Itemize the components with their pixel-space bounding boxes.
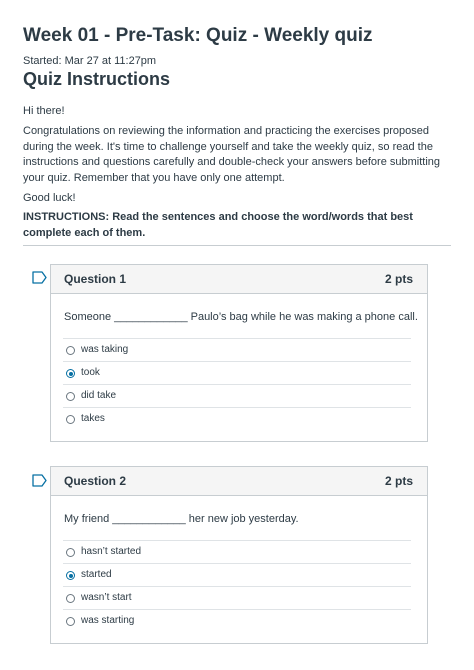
radio-button[interactable] [66,415,75,424]
good-luck-text: Good luck! [23,192,76,204]
question-name: Question 1 [64,272,127,286]
question-points: 2 pts [384,474,413,488]
question-name: Question 2 [64,474,127,488]
answer-option[interactable]: started [63,563,411,587]
answer-option[interactable]: did take [63,384,411,408]
radio-button[interactable] [66,346,75,355]
question-text: Someone ____________ Paulo’s bag while h… [64,311,418,323]
answer-label: started [81,569,112,580]
answer-label: took [81,367,100,378]
instructions-heading: Quiz Instructions [23,69,171,89]
radio-button[interactable] [66,594,75,603]
quiz-title: Week 01 - Pre-Task: Quiz - Weekly quiz [23,25,373,46]
flag-question-icon[interactable] [32,271,47,284]
answer-label: was starting [81,615,135,626]
answer-label: takes [81,413,105,424]
question-card: Question 1 2 pts Someone ____________ Pa… [50,264,428,442]
flag-question-icon[interactable] [32,474,47,487]
answer-option[interactable]: wasn’t start [63,586,411,610]
radio-button[interactable] [66,548,75,557]
radio-button[interactable] [66,617,75,626]
greeting-text: Hi there! [23,105,65,117]
instructions-text: INSTRUCTIONS: Read the sentences and cho… [23,211,413,239]
radio-button-selected[interactable] [66,369,75,378]
question-card: Question 2 2 pts My friend ____________ … [50,466,428,644]
answer-option[interactable]: was starting [63,609,411,633]
question-header: Question 1 2 pts [51,265,427,294]
radio-button-selected[interactable] [66,571,75,580]
answer-option[interactable]: hasn’t started [63,540,411,564]
question-text: My friend ____________ her new job yeste… [64,513,299,525]
answer-label: was taking [81,344,129,355]
divider [23,245,451,246]
question-points: 2 pts [384,272,413,286]
answer-option[interactable]: takes [63,407,411,431]
answer-option[interactable]: took [63,361,411,385]
question-header: Question 2 2 pts [51,467,427,496]
radio-button[interactable] [66,392,75,401]
instructions-body: Congratulations on reviewing the informa… [23,125,441,184]
quiz-page: Week 01 - Pre-Task: Quiz - Weekly quiz S… [0,0,474,670]
answer-label: wasn’t start [81,592,132,603]
answer-label: hasn’t started [81,546,142,557]
answer-label: did take [81,390,117,401]
answer-option[interactable]: was taking [63,338,411,362]
started-timestamp: Started: Mar 27 at 11:27pm [23,55,157,67]
